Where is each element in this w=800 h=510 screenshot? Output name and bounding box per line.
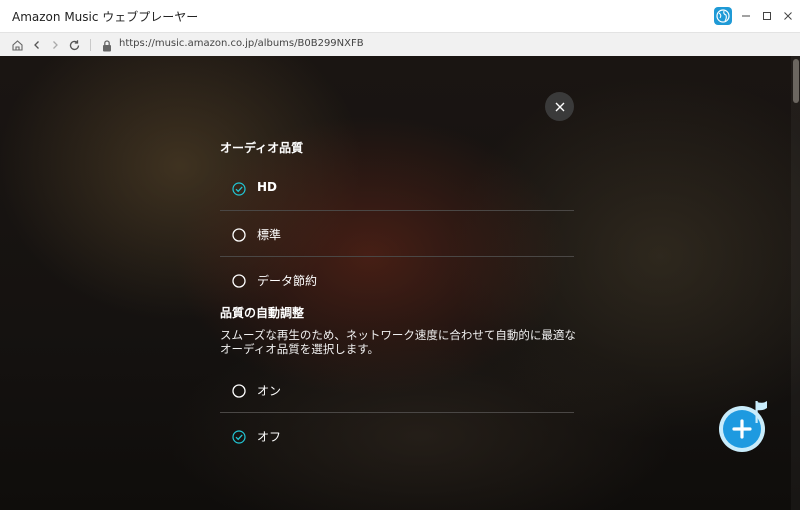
scrollbar[interactable] [791,56,800,510]
auto-adjust-title: 品質の自動調整 [220,306,305,320]
back-icon[interactable] [29,37,45,53]
checkmark-icon [232,429,246,444]
scrollbar-thumb[interactable] [793,59,799,103]
radio-unchecked-icon [232,273,246,288]
checkmark-icon [232,181,246,196]
maximize-button[interactable] [759,8,775,24]
divider [220,412,574,413]
add-music-icon[interactable] [717,396,775,454]
option-label: 標準 [257,228,282,242]
globe-icon[interactable] [714,7,732,25]
home-icon[interactable] [9,37,25,53]
auto-adjust-description: スムーズな再生のため、ネットワーク速度に合わせて自動的に最適なオーディオ品質を選… [220,328,576,356]
window-title: Amazon Music ウェブプレーヤー [12,10,199,24]
option-hd[interactable]: HD [220,166,574,211]
url-field[interactable]: https://music.amazon.co.jp/albums/B0B299… [119,38,364,49]
radio-unchecked-icon [232,383,246,398]
address-separator [90,39,91,51]
lock-icon [101,38,115,52]
window-close-button[interactable] [780,8,796,24]
divider [220,256,574,257]
option-label: HD [257,180,278,194]
minimize-button[interactable] [738,8,754,24]
reload-icon[interactable] [66,37,82,53]
window-titlebar: Amazon Music ウェブプレーヤー [0,0,800,32]
option-off[interactable]: オフ [220,414,574,459]
settings-overlay: オーディオ品質 HD 標準 データ節約 品質の自動調整 スムーズな再生のため、ネ… [0,56,800,510]
divider [220,210,574,211]
forward-icon[interactable] [47,37,63,53]
option-label: データ節約 [257,274,318,288]
option-label: オン [257,384,282,398]
close-icon[interactable] [545,92,574,121]
radio-unchecked-icon [232,227,246,242]
audio-quality-title: オーディオ品質 [220,141,304,155]
option-label: オフ [257,430,282,444]
address-bar: https://music.amazon.co.jp/albums/B0B299… [0,32,800,57]
option-standard[interactable]: 標準 [220,212,574,257]
option-on[interactable]: オン [220,368,574,413]
option-data-saver[interactable]: データ節約 [220,258,574,303]
